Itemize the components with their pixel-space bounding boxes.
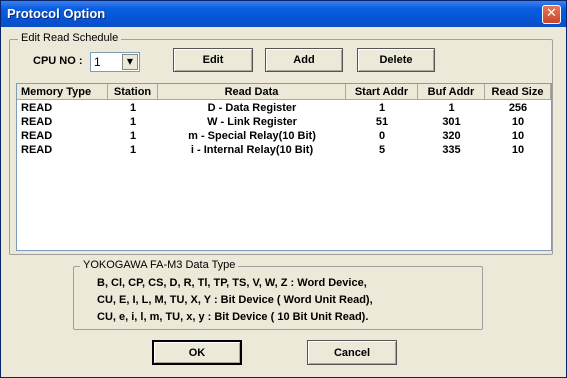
table-row[interactable]: READ 1 D - Data Register 1 1 256	[17, 101, 551, 115]
col-header-station[interactable]: Station	[108, 84, 158, 100]
cell-memory-type: READ	[21, 116, 53, 128]
cell-read-size: 256	[508, 102, 528, 114]
cell-read-size: 10	[511, 144, 525, 156]
protocol-option-dialog: Protocol Option ✕ Edit Read Schedule CPU…	[0, 0, 567, 378]
table-row[interactable]: READ 1 i - Internal Relay(10 Bit) 5 335 …	[17, 143, 551, 157]
edit-read-schedule-legend: Edit Read Schedule	[18, 32, 122, 44]
data-type-line-1: B, Cl, CP, CS, D, R, Tl, TP, TS, V, W, Z…	[97, 277, 367, 289]
cell-buf-addr: 335	[442, 144, 461, 156]
cell-start-addr: 1	[378, 102, 386, 114]
cell-read-data: W - Link Register	[207, 116, 297, 128]
cell-buf-addr: 320	[442, 130, 461, 142]
col-header-read-size[interactable]: Read Size	[485, 84, 551, 100]
cell-start-addr: 51	[375, 116, 389, 128]
cell-read-data: i - Internal Relay(10 Bit)	[190, 144, 314, 156]
cancel-button[interactable]: Cancel	[307, 340, 397, 365]
close-icon[interactable]: ✕	[542, 5, 561, 24]
cpu-no-value: 1	[94, 55, 101, 69]
cpu-no-label: CPU NO :	[33, 55, 83, 67]
delete-button[interactable]: Delete	[357, 48, 435, 72]
table-row[interactable]: READ 1 m - Special Relay(10 Bit) 0 320 1…	[17, 129, 551, 143]
cell-memory-type: READ	[21, 130, 53, 142]
cell-station: 1	[129, 130, 137, 142]
table-row[interactable]: READ 1 W - Link Register 51 301 10	[17, 115, 551, 129]
cell-memory-type: READ	[21, 144, 53, 156]
cpu-no-select[interactable]: 1 ▼	[90, 52, 140, 72]
window-title: Protocol Option	[7, 6, 106, 21]
cell-start-addr: 0	[378, 130, 386, 142]
data-type-line-2: CU, E, I, L, M, TU, X, Y : Bit Device ( …	[97, 294, 373, 306]
title-bar[interactable]: Protocol Option ✕	[1, 1, 566, 27]
col-header-memory-type[interactable]: Memory Type	[17, 84, 108, 100]
data-type-line-3: CU, e, i, l, m, TU, x, y : Bit Device ( …	[97, 311, 369, 323]
chevron-down-icon[interactable]: ▼	[122, 54, 138, 70]
cell-read-data: D - Data Register	[207, 102, 297, 114]
data-type-legend: YOKOGAWA FA-M3 Data Type	[80, 259, 239, 271]
add-button[interactable]: Add	[265, 48, 343, 72]
cell-buf-addr: 1	[448, 102, 455, 114]
cell-read-size: 10	[511, 116, 525, 128]
cell-memory-type: READ	[21, 102, 53, 114]
cell-station: 1	[129, 144, 137, 156]
cell-start-addr: 5	[378, 144, 386, 156]
cell-station: 1	[129, 116, 137, 128]
read-schedule-table[interactable]: Memory Type Station Read Data Start Addr…	[16, 83, 552, 251]
cell-read-size: 10	[511, 130, 525, 142]
col-header-read-data[interactable]: Read Data	[158, 84, 346, 100]
col-header-buf-addr[interactable]: Buf Addr	[418, 84, 485, 100]
ok-button[interactable]: OK	[152, 340, 242, 365]
col-header-start-addr[interactable]: Start Addr	[346, 84, 418, 100]
cell-buf-addr: 301	[442, 116, 461, 128]
cell-read-data: m - Special Relay(10 Bit)	[188, 130, 316, 142]
cell-station: 1	[129, 102, 137, 114]
edit-button[interactable]: Edit	[173, 48, 253, 72]
